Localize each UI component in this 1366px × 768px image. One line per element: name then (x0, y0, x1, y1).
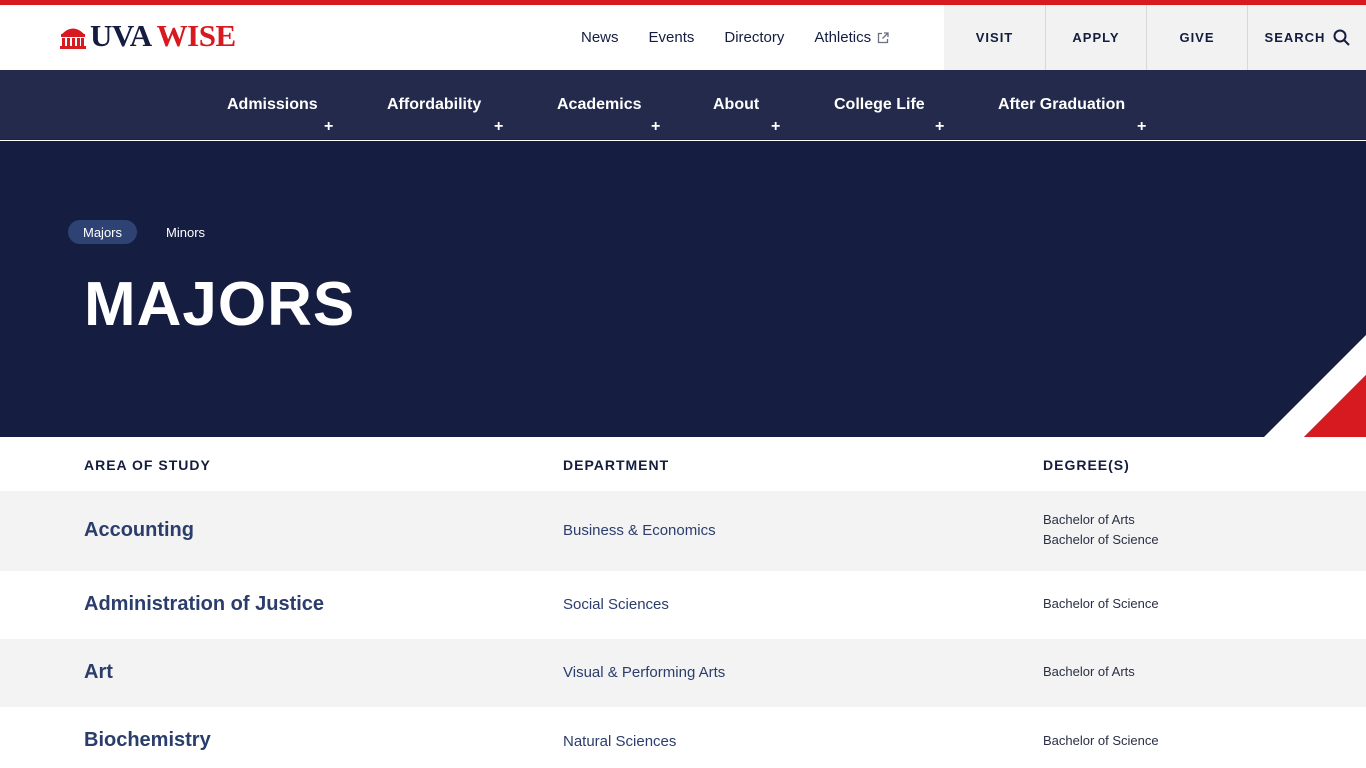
degree-item: Bachelor of Arts (1043, 512, 1135, 527)
column-header-department: DEPARTMENT (563, 457, 670, 473)
table-row: Biochemistry Natural Sciences Bachelor o… (0, 707, 1366, 768)
athletics-link-label: Athletics (814, 29, 872, 46)
utility-links: News Events Directory Athletics (566, 5, 904, 70)
column-header-area: AREA OF STUDY (84, 457, 211, 473)
nav-label: College Life (834, 96, 925, 113)
corner-decoration (1264, 335, 1366, 437)
directory-link[interactable]: Directory (724, 29, 784, 46)
area-link[interactable]: Administration of Justice (84, 593, 324, 616)
area-link[interactable]: Art (84, 661, 113, 684)
department-cell: Visual & Performing Arts (563, 664, 726, 681)
nav-label: Admissions (227, 96, 318, 113)
department-cell: Business & Economics (563, 522, 716, 539)
degrees-cell: Bachelor of Arts Bachelor of Science (1043, 510, 1159, 550)
events-link[interactable]: Events (649, 29, 695, 46)
tab-majors[interactable]: Majors (68, 220, 138, 244)
nav-label: Academics (557, 96, 642, 113)
department-cell: Social Sciences (563, 596, 669, 613)
search-button-label: SEARCH (1264, 30, 1326, 45)
nav-label: About (713, 96, 760, 113)
news-link[interactable]: News (581, 29, 619, 46)
page-title: MAJORS (84, 270, 356, 339)
section-tabs: Majors Minors (68, 220, 234, 244)
visit-button[interactable]: VISIT (944, 5, 1045, 70)
degrees-cell: Bachelor of Science (1043, 731, 1159, 751)
utility-header: UVA WISE News Events Directory Athletics… (0, 5, 1366, 70)
column-header-degrees: DEGREE(S) (1043, 457, 1130, 473)
nav-label: Affordability (387, 96, 482, 113)
degrees-cell: Bachelor of Arts (1043, 662, 1135, 682)
cta-group: VISIT APPLY GIVE SEARCH (944, 5, 1366, 70)
logo-text-uva: UVA (90, 18, 152, 53)
external-link-icon (877, 31, 889, 43)
table-header: AREA OF STUDY DEPARTMENT DEGREE(S) (0, 437, 1366, 491)
degree-item: Bachelor of Science (1043, 733, 1159, 748)
expand-plus-icon[interactable]: + (494, 119, 503, 135)
tab-minors[interactable]: Minors (151, 220, 220, 244)
apply-button[interactable]: APPLY (1045, 5, 1146, 70)
rotunda-logo-icon (60, 28, 86, 49)
degrees-cell: Bachelor of Science (1043, 594, 1159, 614)
expand-plus-icon[interactable]: + (935, 119, 944, 135)
hero-banner: Majors Minors MAJORS (0, 141, 1366, 437)
table-row: Accounting Business & Economics Bachelor… (0, 491, 1366, 571)
area-link[interactable]: Biochemistry (84, 729, 211, 752)
search-button[interactable]: SEARCH (1247, 5, 1366, 70)
expand-plus-icon[interactable]: + (771, 119, 780, 135)
main-navigation: Admissions + Affordability + Academics +… (0, 70, 1366, 140)
expand-plus-icon[interactable]: + (1137, 119, 1146, 135)
expand-plus-icon[interactable]: + (324, 119, 333, 135)
degree-item: Bachelor of Arts (1043, 664, 1135, 679)
department-cell: Natural Sciences (563, 733, 677, 750)
table-row: Administration of Justice Social Science… (0, 571, 1366, 639)
degree-item: Bachelor of Science (1043, 532, 1159, 547)
nav-label: After Graduation (998, 96, 1126, 113)
table-row: Art Visual & Performing Arts Bachelor of… (0, 639, 1366, 707)
give-button[interactable]: GIVE (1146, 5, 1247, 70)
expand-plus-icon[interactable]: + (651, 119, 660, 135)
degree-item: Bachelor of Science (1043, 596, 1159, 611)
site-logo[interactable]: UVA WISE (60, 18, 236, 53)
athletics-link[interactable]: Athletics (814, 29, 889, 46)
search-icon (1333, 29, 1351, 46)
area-link[interactable]: Accounting (84, 519, 194, 542)
logo-text-wise: WISE (156, 18, 236, 53)
